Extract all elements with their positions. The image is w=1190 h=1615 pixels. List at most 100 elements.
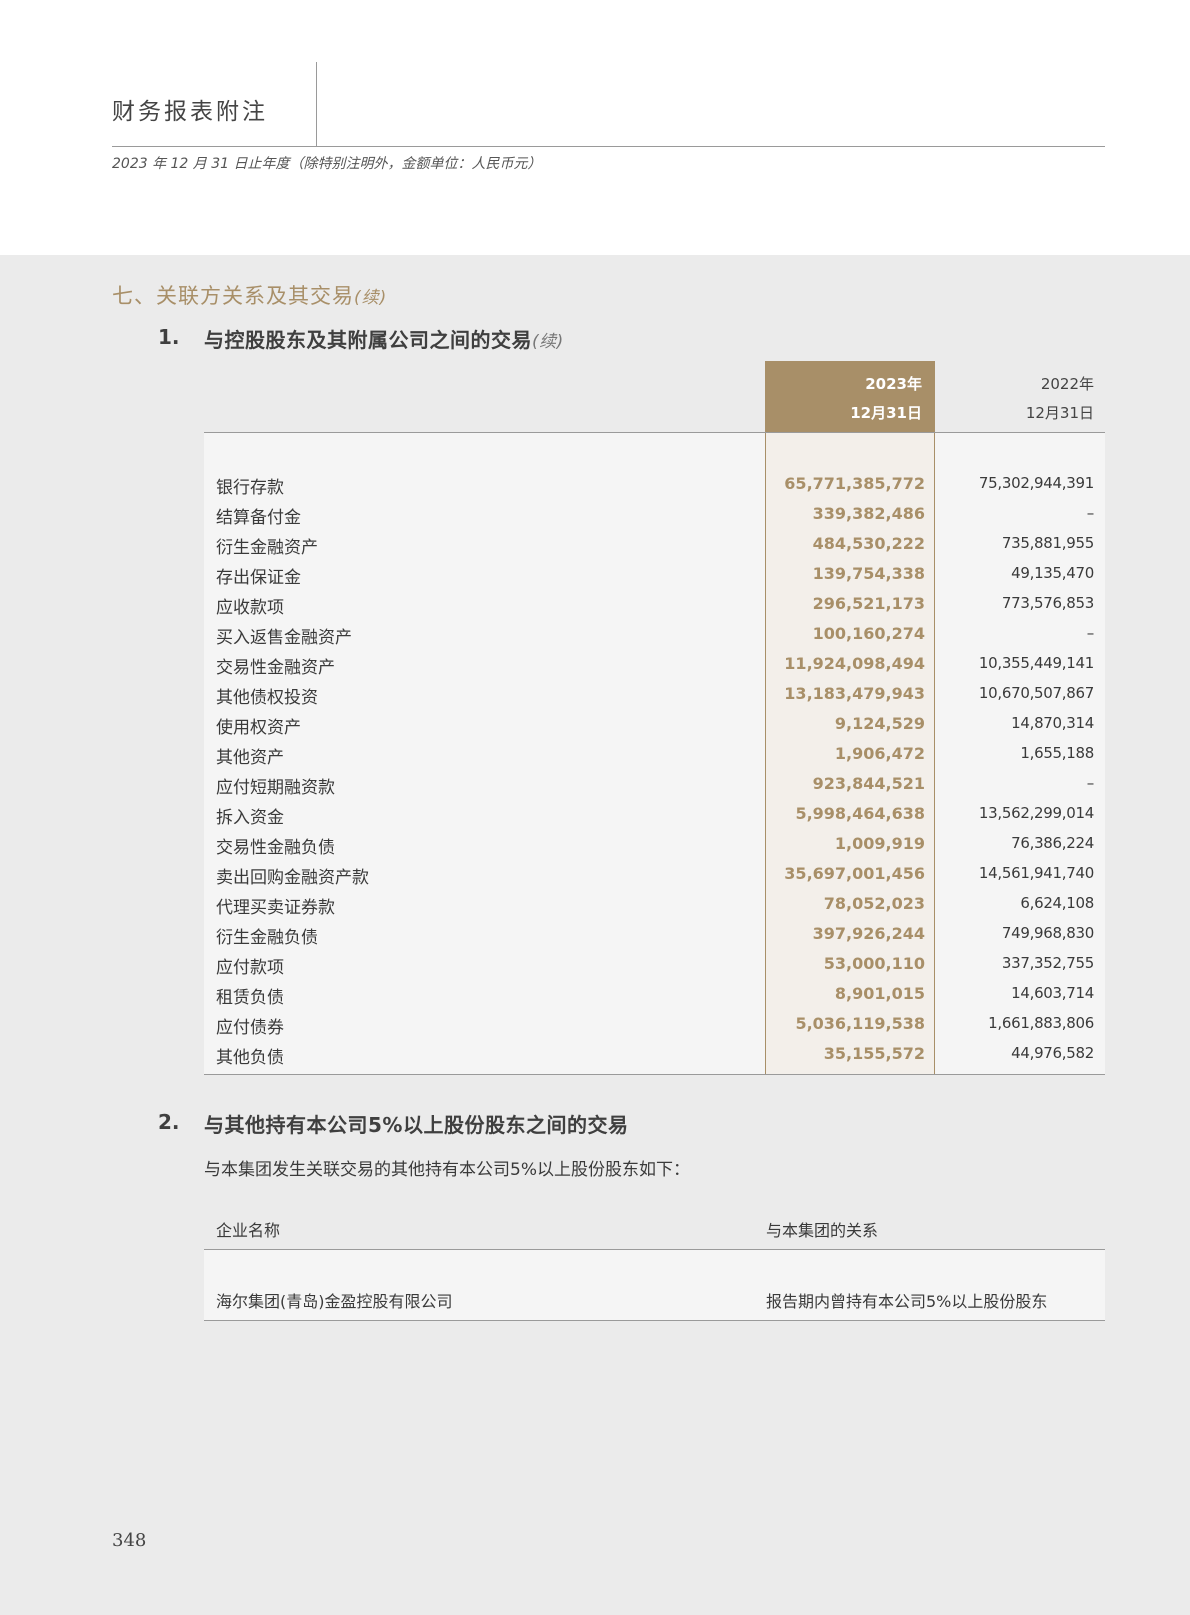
row-prior-value: 75,302,944,391 [978, 474, 1094, 492]
row-prior-value: 44,976,582 [1011, 1044, 1094, 1062]
table-row: 其他负债 35,155,572 44,976,582 [204, 1038, 1105, 1068]
table-row: 租赁负债 8,901,015 14,603,714 [204, 978, 1105, 1008]
row-label: 衍生金融负债 [216, 928, 318, 948]
header-band [0, 0, 1190, 255]
row-current-value: 296,521,173 [812, 594, 925, 613]
row-prior-value: 49,135,470 [1011, 564, 1094, 582]
row-current-value: 35,155,572 [823, 1044, 925, 1063]
table-row: 应付债券 5,036,119,538 1,661,883,806 [204, 1008, 1105, 1038]
table-row: 拆入资金 5,998,464,638 13,562,299,014 [204, 798, 1105, 828]
row-prior-value: 735,881,955 [1001, 534, 1094, 552]
subsection-1-number: 1. [158, 325, 180, 349]
table-row: 应收款项 296,521,173 773,576,853 [204, 588, 1105, 618]
row-current-value: 5,998,464,638 [795, 804, 925, 823]
table-2-bottom-rule [204, 1320, 1105, 1321]
table-row: 衍生金融负债 397,926,244 749,968,830 [204, 918, 1105, 948]
row-prior-value: 6,624,108 [1020, 894, 1094, 912]
row-current-value: 100,160,274 [812, 624, 925, 643]
row-current-value: 5,036,119,538 [795, 1014, 925, 1033]
row-prior-value: 10,355,449,141 [978, 654, 1094, 672]
row-prior-value: 14,870,314 [1011, 714, 1094, 732]
row-prior-value: 10,670,507,867 [978, 684, 1094, 702]
table-1-header-current-date: 12月31日 [850, 404, 922, 422]
row-label: 应付债券 [216, 1018, 284, 1038]
row-label: 使用权资产 [216, 718, 301, 738]
row-label: 交易性金融资产 [216, 658, 335, 678]
row-current-value: 53,000,110 [823, 954, 925, 973]
table-row: 买入返售金融资产 100,160,274 – [204, 618, 1105, 648]
page-number: 348 [112, 1530, 147, 1551]
row-prior-value: 14,603,714 [1011, 984, 1094, 1002]
row-current-value: 78,052,023 [823, 894, 925, 913]
header-subtitle: 2023 年 12 月 31 日止年度（除特别注明外，金额单位：人民币元） [112, 156, 542, 172]
table-1-header-prior-date: 12月31日 [1025, 404, 1094, 422]
table-row: 其他债权投资 13,183,479,943 10,670,507,867 [204, 678, 1105, 708]
row-current-value: 1,009,919 [834, 834, 925, 853]
row-label: 应收款项 [216, 598, 284, 618]
row-label: 拆入资金 [216, 808, 284, 828]
subsection-1-title-text: 与控股股东及其附属公司之间的交易 [204, 328, 532, 352]
table-2-row-name: 海尔集团(青岛)金盈控股有限公司 [216, 1292, 453, 1311]
row-prior-value: – [1086, 624, 1095, 642]
table-1-bottom-rule [204, 1074, 1105, 1075]
table-row: 衍生金融资产 484,530,222 735,881,955 [204, 528, 1105, 558]
row-prior-value: 337,352,755 [1001, 954, 1094, 972]
table-2-header-relation: 与本集团的关系 [766, 1221, 879, 1240]
row-prior-value: – [1086, 504, 1095, 522]
row-prior-value: 13,562,299,014 [978, 804, 1094, 822]
row-label: 租赁负债 [216, 988, 284, 1008]
table-row: 交易性金融资产 11,924,098,494 10,355,449,141 [204, 648, 1105, 678]
section-title-text: 七、关联方关系及其交易 [112, 284, 354, 308]
row-prior-value: 1,655,188 [1020, 744, 1094, 762]
row-current-value: 9,124,529 [834, 714, 925, 733]
row-label: 银行存款 [216, 478, 284, 498]
table-row: 应付款项 53,000,110 337,352,755 [204, 948, 1105, 978]
row-label: 交易性金融负债 [216, 838, 335, 858]
row-label: 卖出回购金融资产款 [216, 868, 369, 888]
row-current-value: 484,530,222 [812, 534, 925, 553]
table-row: 代理买卖证券款 78,052,023 6,624,108 [204, 888, 1105, 918]
row-label: 其他债权投资 [216, 688, 318, 708]
table-row: 存出保证金 139,754,338 49,135,470 [204, 558, 1105, 588]
row-label: 结算备付金 [216, 508, 301, 528]
row-prior-value: 773,576,853 [1001, 594, 1094, 612]
header-divider-horizontal [112, 146, 1105, 147]
row-prior-value: 76,386,224 [1011, 834, 1094, 852]
row-label: 其他负债 [216, 1048, 284, 1068]
row-prior-value: 749,968,830 [1001, 924, 1094, 942]
row-current-value: 923,844,521 [812, 774, 925, 793]
section-continued: (续) [354, 288, 388, 308]
subsection-2-number: 2. [158, 1110, 180, 1134]
row-label: 存出保证金 [216, 568, 301, 588]
row-current-value: 65,771,385,772 [784, 474, 925, 493]
row-label: 代理买卖证券款 [216, 898, 335, 918]
table-1-header-current-year: 2023年 [865, 375, 922, 393]
section-title: 七、关联方关系及其交易(续) [112, 280, 387, 310]
table-row: 卖出回购金融资产款 35,697,001,456 14,561,941,740 [204, 858, 1105, 888]
row-current-value: 397,926,244 [812, 924, 925, 943]
row-label: 其他资产 [216, 748, 284, 768]
table-row: 交易性金融负债 1,009,919 76,386,224 [204, 828, 1105, 858]
row-prior-value: – [1086, 774, 1095, 792]
row-current-value: 8,901,015 [834, 984, 925, 1003]
row-label: 衍生金融资产 [216, 538, 318, 558]
row-current-value: 11,924,098,494 [784, 654, 925, 673]
row-prior-value: 14,561,941,740 [978, 864, 1094, 882]
row-label: 应付短期融资款 [216, 778, 335, 798]
row-label: 买入返售金融资产 [216, 628, 352, 648]
row-current-value: 339,382,486 [812, 504, 925, 523]
table-1-top-rule [204, 432, 1105, 433]
subsection-2-intro: 与本集团发生关联交易的其他持有本公司5%以上股份股东如下： [204, 1160, 690, 1180]
header-divider-vertical [316, 62, 317, 146]
table-1-header-prior-year: 2022年 [1040, 375, 1094, 393]
table-2-row-relation: 报告期内曾持有本公司5%以上股份股东 [766, 1292, 1048, 1311]
table-row: 其他资产 1,906,472 1,655,188 [204, 738, 1105, 768]
subsection-1-title: 与控股股东及其附属公司之间的交易(续) [204, 324, 564, 353]
table-row: 使用权资产 9,124,529 14,870,314 [204, 708, 1105, 738]
row-current-value: 35,697,001,456 [784, 864, 925, 883]
row-current-value: 1,906,472 [834, 744, 925, 763]
row-prior-value: 1,661,883,806 [988, 1014, 1094, 1032]
table-row: 银行存款 65,771,385,772 75,302,944,391 [204, 468, 1105, 498]
page-header-title: 财务报表附注 [112, 99, 268, 125]
table-2-header-name: 企业名称 [216, 1221, 281, 1240]
